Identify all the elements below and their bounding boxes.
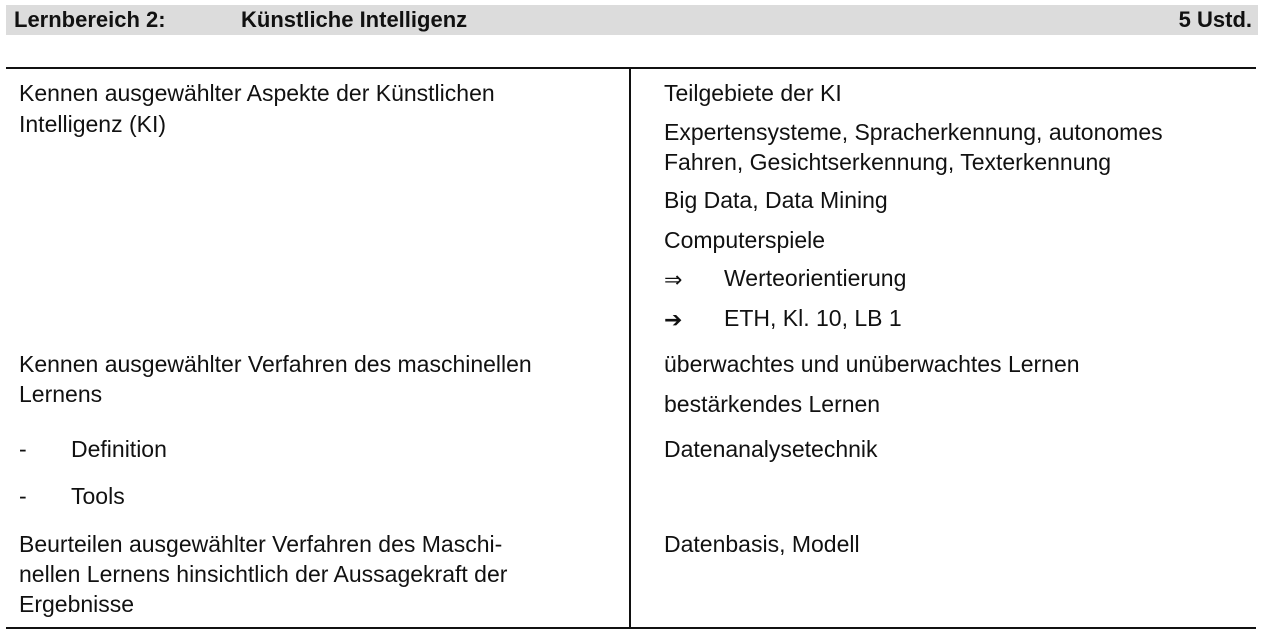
section-title: Lernbereich 2: Künstliche Intelligenz bbox=[14, 7, 467, 33]
table-bottom-rule bbox=[6, 627, 1256, 629]
section-header: Lernbereich 2: Künstliche Intelligenz 5 U… bbox=[6, 5, 1258, 35]
bullet-marker-1: - bbox=[19, 436, 27, 462]
section-hours: 5 Ustd. bbox=[1178, 7, 1252, 32]
double-arrow-icon: ⇒ bbox=[664, 267, 683, 292]
content-teilgebiete: Teilgebiete der KI bbox=[664, 80, 842, 106]
goal-3-line-1: Beurteilen ausgewählter Verfahren des Ma… bbox=[19, 531, 503, 557]
goal-1-line-1: Kennen ausgewählter Aspekte der Künstlic… bbox=[19, 80, 495, 106]
content-computerspiele: Computerspiele bbox=[664, 227, 826, 253]
content-reinforcement-learning: bestärkendes Lernen bbox=[664, 391, 881, 417]
content-data-analysis: Datenanalysetechnik bbox=[664, 436, 878, 462]
table-top-rule bbox=[6, 67, 1256, 69]
content-big-data: Big Data, Data Mining bbox=[664, 187, 888, 213]
content-supervised-learning: überwachtes und unüberwachtes Lernen bbox=[664, 351, 1080, 377]
section-label: Lernbereich 2: bbox=[14, 7, 166, 32]
goal-2-line-1: Kennen ausgewählter Verfahren des maschi… bbox=[19, 351, 532, 377]
goal-1-line-2: Intelligenz (KI) bbox=[19, 111, 167, 137]
section-name: Künstliche Intelligenz bbox=[241, 7, 468, 32]
goal-3-line-2: nellen Lernens hinsichtlich der Aussagek… bbox=[19, 561, 508, 587]
bullet-marker-2: - bbox=[19, 483, 27, 509]
value-orientation: Werteorientierung bbox=[724, 265, 907, 291]
goal-2-line-2: Lernens bbox=[19, 381, 103, 407]
content-examples-line-2: Fahren, Gesichtserkennung, Texterkennung bbox=[664, 149, 1112, 175]
bullet-tools: Tools bbox=[71, 483, 125, 509]
column-divider bbox=[629, 68, 631, 628]
content-data-basis: Datenbasis, Modell bbox=[664, 531, 860, 557]
content-examples-line-1: Expertensysteme, Spracherkennung, autono… bbox=[664, 119, 1163, 145]
cross-reference: ETH, Kl. 10, LB 1 bbox=[724, 305, 902, 331]
arrow-right-icon: ➔ bbox=[664, 307, 683, 332]
bullet-definition: Definition bbox=[71, 436, 167, 462]
goal-3-line-3: Ergebnisse bbox=[19, 591, 135, 617]
